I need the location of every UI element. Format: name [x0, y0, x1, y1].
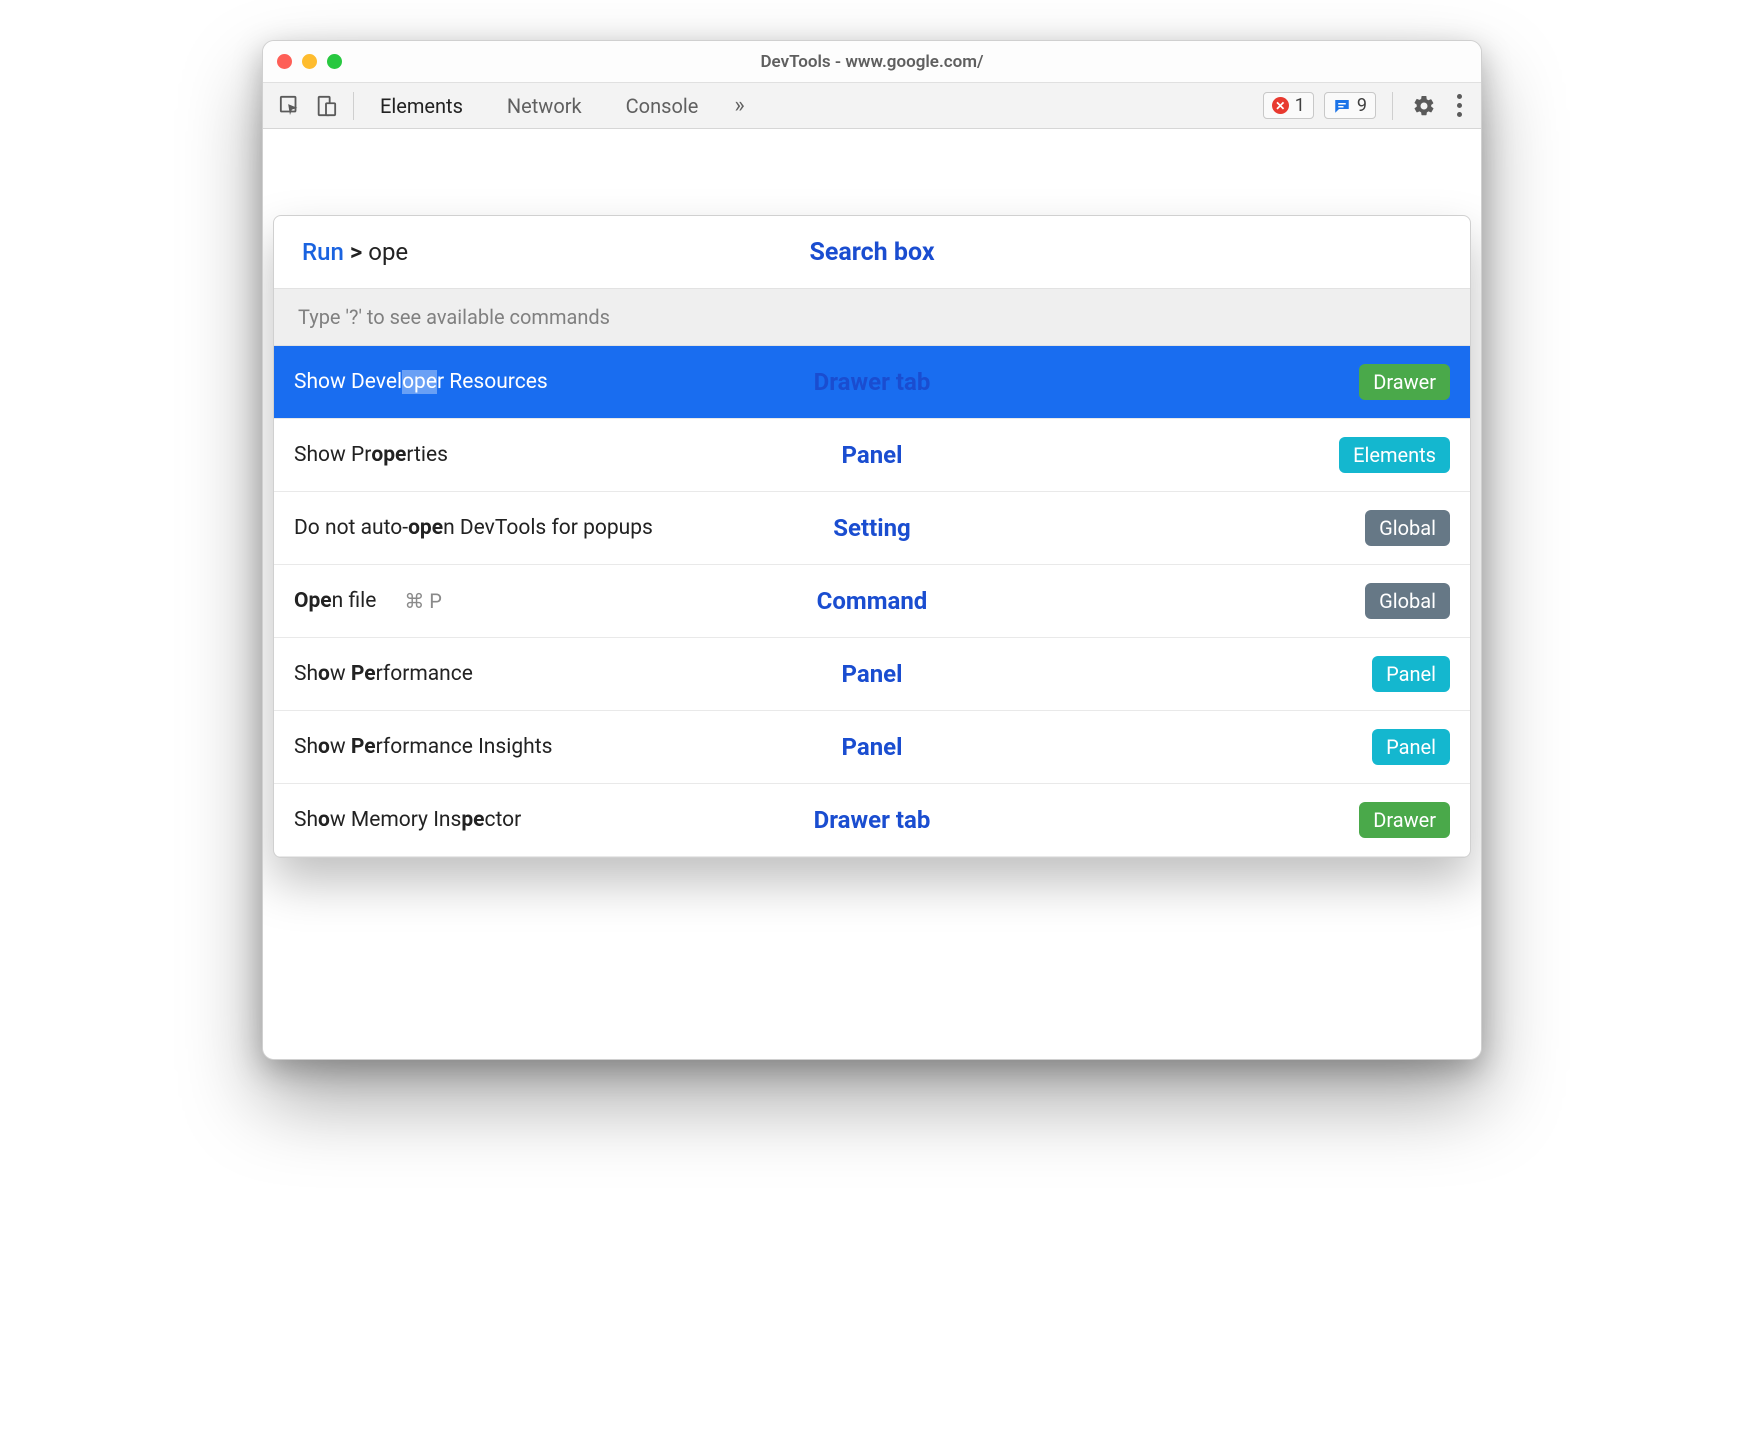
toolbar-separator — [1392, 92, 1393, 120]
toolbar-separator — [353, 92, 354, 120]
command-label: Show Memory Inspector — [294, 808, 521, 832]
error-icon: ✕ — [1272, 97, 1289, 114]
zoom-window-icon[interactable] — [327, 54, 342, 69]
command-annotation: Panel — [842, 660, 903, 688]
search-prefix: Run — [302, 238, 344, 266]
command-result-item[interactable]: Show Memory Inspector Drawer tab Drawer — [274, 784, 1470, 857]
command-result-item[interactable]: Do not auto-open DevTools for popups Sett… — [274, 492, 1470, 565]
command-tag: Drawer — [1359, 364, 1450, 400]
errors-badge[interactable]: ✕ 1 — [1263, 92, 1314, 119]
tab-network[interactable]: Network — [505, 86, 584, 126]
tab-console[interactable]: Console — [624, 86, 701, 126]
command-label: Show Properties — [294, 443, 448, 467]
command-menu-popup: Run >ope Search box Type '?' to see avai… — [273, 215, 1471, 858]
command-tag: Global — [1365, 583, 1450, 619]
devtools-toolbar: Elements Network Console » ✕ 1 9 — [263, 83, 1481, 129]
close-window-icon[interactable] — [277, 54, 292, 69]
command-result-item[interactable]: Show Developer Resources Drawer tab Drawer — [274, 346, 1470, 419]
command-label: Show Developer Resources — [294, 370, 548, 394]
command-annotation: Drawer tab — [814, 806, 931, 834]
device-toggle-icon[interactable] — [311, 91, 341, 121]
tab-elements[interactable]: Elements — [378, 86, 465, 126]
command-result-item[interactable]: Open file ⌘ P Command Global — [274, 565, 1470, 638]
command-result-item[interactable]: Show Performance Insights Panel Panel — [274, 711, 1470, 784]
command-annotation: Drawer tab — [814, 368, 931, 396]
command-tag: Global — [1365, 510, 1450, 546]
command-label: Open file — [294, 589, 376, 613]
command-tag: Panel — [1372, 656, 1450, 692]
command-label: Show Performance Insights — [294, 735, 552, 759]
panel-tabs: Elements Network Console — [378, 86, 700, 126]
errors-count: 1 — [1295, 95, 1305, 116]
inspect-element-icon[interactable] — [275, 91, 305, 121]
settings-icon[interactable] — [1409, 91, 1439, 121]
search-chevron: > — [350, 238, 362, 266]
command-result-item[interactable]: Show Properties Panel Elements — [274, 419, 1470, 492]
window-title: DevTools - www.google.com/ — [263, 52, 1481, 72]
command-tag: Panel — [1372, 729, 1450, 765]
issues-badge[interactable]: 9 — [1324, 92, 1376, 119]
command-annotation: Setting — [833, 514, 911, 542]
command-label: Show Performance — [294, 662, 473, 686]
devtools-window: DevTools - www.google.com/ Elements Netw… — [262, 40, 1482, 1060]
command-annotation: Command — [817, 587, 928, 615]
more-options-icon[interactable] — [1449, 94, 1469, 117]
command-annotation: Panel — [842, 441, 903, 469]
command-shortcut: ⌘ P — [404, 589, 442, 613]
command-label: Do not auto-open DevTools for popups — [294, 516, 653, 540]
command-tag: Elements — [1339, 437, 1450, 473]
command-tag: Drawer — [1359, 802, 1450, 838]
search-annotation: Search box — [809, 238, 934, 267]
issues-count: 9 — [1357, 95, 1367, 116]
command-result-item[interactable]: Show Performance Panel Panel — [274, 638, 1470, 711]
search-query: ope — [368, 238, 408, 266]
command-annotation: Panel — [842, 733, 903, 761]
command-hint: Type '?' to see available commands — [274, 288, 1470, 346]
traffic-lights — [277, 54, 342, 69]
more-tabs-icon[interactable]: » — [734, 93, 744, 118]
titlebar: DevTools - www.google.com/ — [263, 41, 1481, 83]
minimize-window-icon[interactable] — [302, 54, 317, 69]
command-search-row[interactable]: Run >ope Search box — [274, 216, 1470, 288]
command-results-list: Show Developer Resources Drawer tab Drawer… — [274, 346, 1470, 857]
issues-icon — [1333, 97, 1351, 115]
